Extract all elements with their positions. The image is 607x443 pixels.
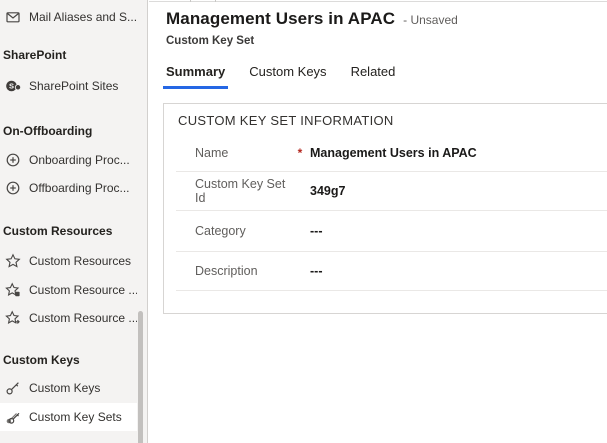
- field-row-description: Description ---: [176, 252, 607, 291]
- field-value-description[interactable]: ---: [310, 264, 323, 278]
- sidebar-item-label: Custom Resource ...: [29, 311, 137, 325]
- custom-key-set-information-card: CUSTOM KEY SET INFORMATION Name * Manage…: [163, 103, 607, 314]
- unsaved-status-badge: - Unsaved: [403, 13, 458, 27]
- sharepoint-icon: S: [5, 78, 21, 94]
- field-label: Custom Key Set Id: [176, 177, 290, 205]
- sidebar-item-custom-resources[interactable]: Custom Resources: [0, 248, 137, 274]
- sidebar-section-custom-keys: Custom Keys: [3, 351, 80, 369]
- sidebar-item-custom-resource-3[interactable]: Custom Resource ...: [0, 305, 137, 331]
- sidebar-section-onoffboarding: On-Offboarding: [3, 122, 92, 140]
- sidebar-item-label: Onboarding Proc...: [29, 153, 130, 167]
- section-title: CUSTOM KEY SET INFORMATION: [164, 104, 607, 134]
- sidebar-item-onboarding[interactable]: Onboarding Proc...: [0, 147, 137, 173]
- onboarding-process-icon: [5, 152, 21, 168]
- tab-custom-keys[interactable]: Custom Keys: [246, 61, 329, 89]
- sidebar-item-label: Custom Key Sets: [29, 410, 122, 424]
- sidebar-section-custom-resources: Custom Resources: [3, 222, 112, 240]
- key-set-icon: [5, 409, 21, 425]
- field-row-category: Category ---: [176, 211, 607, 252]
- toolbar-tick: [190, 0, 191, 2]
- record-header: Management Users in APAC - Unsaved: [166, 9, 458, 29]
- sidebar-item-label: SharePoint Sites: [29, 79, 118, 93]
- offboarding-process-icon: [5, 180, 21, 196]
- sidebar-item-custom-keys[interactable]: Custom Keys: [0, 375, 137, 401]
- sidebar-item-offboarding[interactable]: Offboarding Proc...: [0, 175, 137, 201]
- sidebar-item-label: Custom Resource ...: [29, 283, 137, 297]
- mail-icon: [5, 9, 21, 25]
- star-badge-icon: [5, 282, 21, 298]
- field-label: Category: [176, 224, 290, 238]
- tab-bar: Summary Custom Keys Related: [163, 61, 416, 89]
- tab-related[interactable]: Related: [348, 61, 399, 89]
- star-icon: [5, 253, 21, 269]
- sidebar-item-label: Custom Resources: [29, 254, 131, 268]
- field-label: Description: [176, 264, 290, 278]
- record-type-label: Custom Key Set: [166, 35, 254, 47]
- field-value-name[interactable]: Management Users in APAC: [310, 146, 477, 160]
- field-label: Name: [176, 146, 290, 160]
- toolbar-tick: [215, 0, 216, 2]
- svg-text:S: S: [9, 82, 14, 91]
- field-row-name: Name * Management Users in APAC: [176, 134, 607, 172]
- field-row-custom-key-set-id: Custom Key Set Id 349g7: [176, 172, 607, 211]
- sidebar-item-label: Mail Aliases and S...: [29, 10, 137, 24]
- sidebar-item-label: Custom Keys: [29, 381, 100, 395]
- main-content: Management Users in APAC - Unsaved Custo…: [149, 0, 607, 443]
- required-asterisk: *: [290, 146, 310, 160]
- sidebar-item-label: Offboarding Proc...: [29, 181, 130, 195]
- field-rows: Name * Management Users in APAC Custom K…: [176, 134, 607, 291]
- app-window: { "accent": { "tab_underline": "#2567e4"…: [0, 0, 607, 443]
- toolbar-bottom-edge: [149, 0, 607, 2]
- key-icon: [5, 380, 21, 396]
- sidebar-item-sharepoint-sites[interactable]: S SharePoint Sites: [0, 73, 137, 99]
- sidebar-scrollbar-thumb[interactable]: [138, 311, 143, 443]
- field-value-category[interactable]: ---: [310, 224, 323, 238]
- sidebar-section-sharepoint: SharePoint: [3, 46, 66, 64]
- sidebar-item-custom-resource-2[interactable]: Custom Resource ...: [0, 277, 137, 303]
- field-value-custom-key-set-id[interactable]: 349g7: [310, 184, 345, 198]
- page-title: Management Users in APAC: [166, 9, 395, 29]
- star-arrow-icon: [5, 310, 21, 326]
- tab-summary[interactable]: Summary: [163, 61, 228, 89]
- sidebar: Mail Aliases and S... SharePoint S Share…: [0, 0, 148, 443]
- sidebar-item-custom-key-sets[interactable]: Custom Key Sets: [0, 403, 137, 431]
- sidebar-item-mail-aliases[interactable]: Mail Aliases and S...: [0, 4, 137, 30]
